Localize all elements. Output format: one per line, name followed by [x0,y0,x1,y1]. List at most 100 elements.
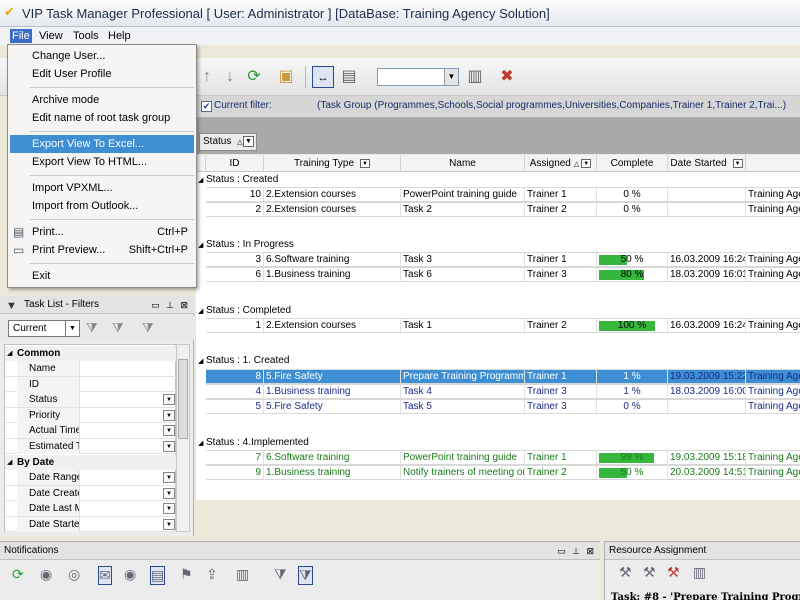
scroll-thumb[interactable] [178,359,188,439]
collapse-icon[interactable]: ◢ [198,239,206,253]
group-by-status-chip[interactable]: Status △ ▼ [199,133,257,151]
collapse-icon[interactable]: ◢ [198,305,206,319]
table-row[interactable]: 9 1.Business training Notify trainers of… [206,465,800,480]
filter-row[interactable]: Name [5,361,177,377]
filter-scrollbar[interactable] [176,344,190,532]
flag-icon[interactable]: ⚑ [180,566,193,583]
menu-help[interactable]: Help [106,29,133,43]
window-buttons[interactable]: ▭ ⊥ ⊠ [151,296,190,314]
category-common[interactable]: ◢ Common [5,346,177,361]
chevron-down-icon[interactable]: ▼ [163,503,175,514]
menu-print[interactable]: ▤ Print... Ctrl+P [10,223,194,241]
table-row[interactable]: 3 6.Software training Task 3 Trainer 1 5… [206,252,800,267]
table-row-selected[interactable]: 8 5.Fire Safety Prepare Training Program… [206,369,800,384]
funnel-icon[interactable]: ⧩ [274,566,287,583]
chevron-down-icon[interactable]: ▼ [360,158,371,168]
col-header-training-type[interactable]: Training Type ▼ [264,155,401,172]
refresh-icon[interactable]: ⟳ [243,66,265,88]
filter-row[interactable]: Date Startec ▼ [5,516,177,532]
menu-change-user[interactable]: Change User... [10,47,194,65]
collapse-icon[interactable]: ◢ [198,174,206,188]
list-icon[interactable]: ▥ [236,566,249,583]
filter-checkbox[interactable]: ✔ [201,101,212,112]
collapse-icon[interactable]: ◢ [7,455,12,470]
menu-file[interactable]: File [10,29,32,43]
group-row[interactable]: ◢ Status : 1. Created [196,354,800,368]
move-down-icon[interactable]: ↓ [219,66,241,88]
edit-resource-icon[interactable]: ⚒ [643,564,656,581]
mail-icon[interactable]: ✉ [98,566,112,585]
menu-edit-user-profile[interactable]: Edit User Profile [10,65,194,83]
collapse-icon[interactable]: ◢ [198,355,206,369]
group-row[interactable]: ◢ Status : 4.Implemented [196,436,800,450]
list-icon[interactable]: ▥ [693,564,706,581]
eye-hide-icon[interactable]: ◎ [68,566,80,583]
filter-combo[interactable]: Current ▼ [8,320,80,337]
filter-row[interactable]: Actual Time ▼ [5,423,177,439]
menu-archive-mode[interactable]: Archive mode [10,91,194,109]
filter-row[interactable]: Status ▼ [5,392,177,408]
funnel-active-icon[interactable]: ⧩ [298,566,313,585]
filter-row[interactable]: Date Last M ▼ [5,501,177,517]
table-row[interactable]: 5 5.Fire Safety Task 5 Trainer 3 0 % Tra… [206,399,800,414]
chevron-down-icon[interactable]: ▼ [163,394,175,405]
eye-icon[interactable]: ◉ [40,566,52,583]
table-row[interactable]: 7 6.Software training PowerPoint trainin… [206,450,800,465]
filter-row[interactable]: Priority ▼ [5,407,177,423]
chevron-down-icon[interactable]: ▼ [65,321,79,336]
menu-tools[interactable]: Tools [71,29,101,43]
group-row[interactable]: ◢ Status : In Progress [196,238,800,252]
chevron-down-icon[interactable]: ▼ [444,69,458,85]
view-combo[interactable]: ▼ [377,68,459,86]
menu-export-excel[interactable]: Export View To Excel... [10,135,194,153]
chevron-down-icon[interactable]: ▼ [163,472,175,483]
filter-row[interactable]: Estimated Ti ▼ [5,438,177,454]
chevron-down-icon[interactable]: ▼ [163,518,175,530]
export-icon[interactable]: ⇪ [206,566,218,583]
folder-view-icon[interactable]: ▣ [275,66,297,88]
menu-exit[interactable]: Exit [10,267,194,285]
document-icon[interactable]: ▤ [150,566,166,585]
chevron-down-icon[interactable]: ▼ [732,158,743,168]
filter-row[interactable]: Date Createc ▼ [5,485,177,501]
group-row[interactable]: ◢ Status : Created [196,173,800,187]
move-up-icon[interactable]: ↑ [196,66,218,88]
table-row[interactable]: 2 2.Extension courses Task 2 Trainer 2 0… [206,202,800,217]
chevron-down-icon[interactable]: ▼ [581,158,592,168]
menu-print-preview[interactable]: ▭ Print Preview... Shift+Ctrl+P [10,241,194,259]
delete-icon[interactable]: ✖ [496,66,518,88]
menu-view[interactable]: View [37,29,65,43]
col-header-date-started[interactable]: Date Started ▼ [668,155,746,172]
collapse-icon[interactable]: ◢ [7,346,12,361]
remove-resource-icon[interactable]: ⚒ [667,564,680,581]
eye-settings-icon[interactable]: ◉ [124,566,136,583]
menu-import-outlook[interactable]: Import from Outlook... [10,197,194,215]
funnel-icon[interactable]: ⧩ [86,320,98,336]
funnel-edit-icon[interactable]: ⧩ [112,320,124,336]
document-icon[interactable]: ▤ [338,66,360,88]
chevron-down-icon[interactable]: ▼ [243,136,254,147]
fit-columns-icon[interactable]: ↔ [312,66,334,88]
menu-edit-root-group[interactable]: Edit name of root task group [10,109,194,127]
funnel-clear-icon[interactable]: ⧩ [142,320,154,336]
chevron-down-icon[interactable]: ▼ [163,487,175,499]
category-by-date[interactable]: ◢ By Date [5,455,177,470]
filter-row[interactable]: ID [5,376,177,392]
add-resource-icon[interactable]: ⚒ [619,564,632,581]
chevron-down-icon[interactable]: ▼ [163,409,175,421]
col-header-complete[interactable]: Complete [597,155,668,172]
columns-icon[interactable]: ▥ [464,66,486,88]
col-header-name[interactable]: Name [401,155,525,172]
col-header-assigned[interactable]: Assigned △ ▼ [525,155,597,172]
filter-row[interactable]: Date Range ▼ [5,470,177,486]
refresh-icon[interactable]: ⟳ [12,566,24,583]
window-buttons[interactable]: ▭ ⊥ ⊠ [557,542,596,560]
group-row[interactable]: ◢ Status : Completed [196,304,800,318]
collapse-icon[interactable]: ◢ [198,437,206,451]
table-row[interactable]: 4 1.Business training Task 4 Trainer 3 1… [206,384,800,399]
menu-import-vpxml[interactable]: Import VPXML... [10,179,194,197]
menu-export-html[interactable]: Export View To HTML... [10,153,194,171]
chevron-down-icon[interactable]: ▼ [163,425,175,436]
table-row[interactable]: 10 2.Extension courses PowerPoint traini… [206,187,800,202]
col-header-id[interactable]: ID [206,155,264,172]
